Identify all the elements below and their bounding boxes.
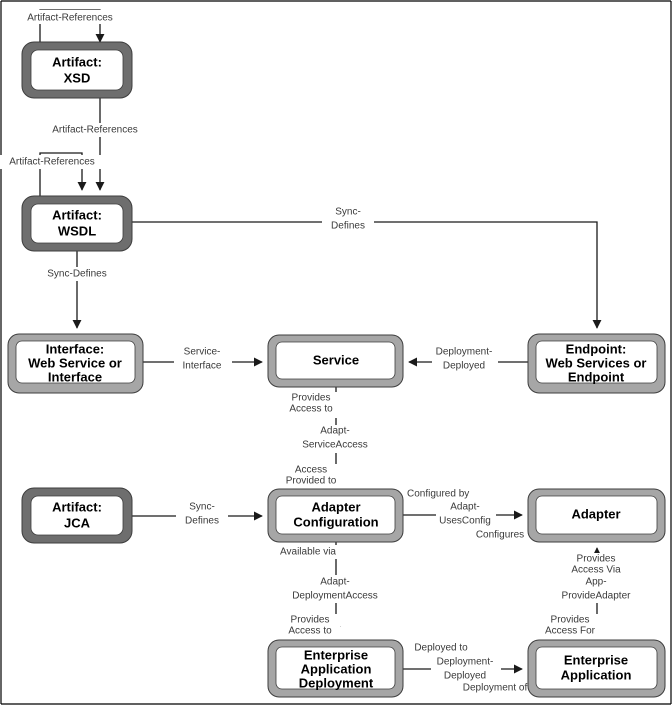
node-label-wsdl-2: WSDL bbox=[58, 223, 96, 238]
edge-role-adapter-provides-1: Provides bbox=[577, 554, 616, 565]
edge-label-eadeployment-eapplication-1: Deployment- bbox=[437, 657, 494, 668]
edge-role-adapter-configures: Configures bbox=[476, 530, 524, 541]
node-enterprise-application[interactable]: Enterprise Application bbox=[527, 639, 666, 698]
edge-label-adapterconfig-adapter-2: UsesConfig bbox=[439, 516, 491, 527]
node-service[interactable]: Service bbox=[267, 334, 404, 388]
edge-label-eapplication-adapter-1: App- bbox=[585, 577, 606, 588]
edge-role-eadeployment-provides-1: Provides bbox=[291, 615, 330, 626]
node-label-jca-1: Artifact: bbox=[52, 499, 102, 514]
edge-label-interface-service-1: Service- bbox=[184, 347, 221, 358]
node-label-endpoint-3: Endpoint bbox=[568, 369, 625, 384]
edge-role-adapterconfig-access-1: Access bbox=[295, 465, 327, 476]
node-adapter[interactable]: Adapter bbox=[527, 488, 666, 543]
node-label-endpoint-2: Web Services or bbox=[546, 355, 647, 370]
node-artifact-xsd[interactable]: Artifact: XSD bbox=[21, 41, 133, 99]
edge-label-xsd-wsdl: Artifact-References bbox=[52, 125, 138, 136]
edge-label-adapterconfig-eadeployment-2: DeploymentAccess bbox=[292, 591, 378, 602]
edge-label-service-adapterconfig-1: Adapt- bbox=[320, 426, 349, 437]
edge-label-service-adapterconfig-2: ServiceAccess bbox=[302, 440, 368, 451]
node-endpoint-webservices[interactable]: Endpoint: Web Services or Endpoint bbox=[527, 333, 666, 394]
node-label-interface-2: Web Service or bbox=[28, 355, 122, 370]
node-label-service: Service bbox=[313, 352, 359, 367]
diagram-canvas: Artifact-References Artifact-References … bbox=[0, 0, 672, 705]
edge-role-service-provides-1: Provides bbox=[292, 393, 331, 404]
edge-label-jca-adapterconfig-2: Defines bbox=[185, 516, 219, 527]
node-label-eadeployment-3: Deployment bbox=[299, 675, 374, 690]
edge-role-eapplication-provides-1: Provides bbox=[551, 615, 590, 626]
edge-label-wsdl-self: Artifact-References bbox=[9, 157, 95, 168]
edge-label-wsdl-endpoint-1: Sync- bbox=[335, 207, 361, 218]
node-label-xsd-1: Artifact: bbox=[52, 54, 102, 69]
node-label-eapplication-2: Application bbox=[561, 667, 632, 682]
edge-label-adapterconfig-adapter-1: Adapt- bbox=[450, 502, 479, 513]
edge-role-eadeployment-deployedto: Deployed to bbox=[414, 643, 468, 654]
node-label-eadeployment-1: Enterprise bbox=[304, 647, 368, 662]
edge-label-eapplication-adapter-2: ProvideAdapter bbox=[562, 591, 632, 602]
edge-label-xsd-self: Artifact-References bbox=[27, 13, 113, 24]
edge-role-eapplication-provides-2: Access For bbox=[545, 626, 596, 637]
edge-label-wsdl-interface: Sync-Defines bbox=[47, 269, 106, 280]
node-label-adapterconfig-1: Adapter bbox=[311, 499, 360, 514]
edge-role-eapplication-deploymentof: Deployment of bbox=[463, 683, 528, 694]
edge-role-eadeployment-provides-2: Access to bbox=[288, 626, 332, 637]
edge-role-adapterconfig-configuredby: Configured by bbox=[407, 489, 469, 500]
node-artifact-jca[interactable]: Artifact: JCA bbox=[21, 487, 133, 544]
node-label-jca-2: JCA bbox=[64, 515, 91, 530]
node-adapter-configuration[interactable]: Adapter Configuration bbox=[267, 488, 404, 543]
node-label-eadeployment-2: Application bbox=[301, 661, 372, 676]
node-label-adapterconfig-2: Configuration bbox=[293, 514, 378, 529]
edge-label-interface-service-2: Interface bbox=[183, 361, 222, 372]
edge-role-adapterconfig-availablevia: Available via bbox=[280, 547, 336, 558]
edge-role-adapterconfig-access-2: Provided to bbox=[286, 476, 337, 487]
edge-label-endpoint-service-2: Deployed bbox=[443, 361, 485, 372]
node-label-adapter: Adapter bbox=[571, 506, 620, 521]
edge-role-service-provides-2: Access to bbox=[289, 404, 333, 415]
relationship-diagram: Artifact-References Artifact-References … bbox=[0, 0, 672, 705]
node-label-interface-3: Interface bbox=[48, 369, 102, 384]
node-label-eapplication-1: Enterprise bbox=[564, 652, 628, 667]
edge-label-endpoint-service-1: Deployment- bbox=[436, 347, 493, 358]
node-artifact-wsdl[interactable]: Artifact: WSDL bbox=[21, 195, 133, 252]
edge-label-adapterconfig-eadeployment-1: Adapt- bbox=[320, 577, 349, 588]
node-label-endpoint-1: Endpoint: bbox=[566, 341, 627, 356]
edge-role-adapter-provides-2: Access Via bbox=[571, 565, 621, 576]
node-label-wsdl-1: Artifact: bbox=[52, 207, 102, 222]
node-label-xsd-2: XSD bbox=[64, 70, 91, 85]
node-enterprise-application-deployment[interactable]: Enterprise Application Deployment bbox=[267, 639, 404, 698]
edge-label-jca-adapterconfig-1: Sync- bbox=[189, 502, 215, 513]
node-interface-webservice[interactable]: Interface: Web Service or Interface bbox=[7, 333, 144, 394]
edge-label-eadeployment-eapplication-2: Deployed bbox=[444, 671, 486, 682]
node-label-interface-1: Interface: bbox=[46, 341, 105, 356]
edge-label-wsdl-endpoint-2: Defines bbox=[331, 221, 365, 232]
